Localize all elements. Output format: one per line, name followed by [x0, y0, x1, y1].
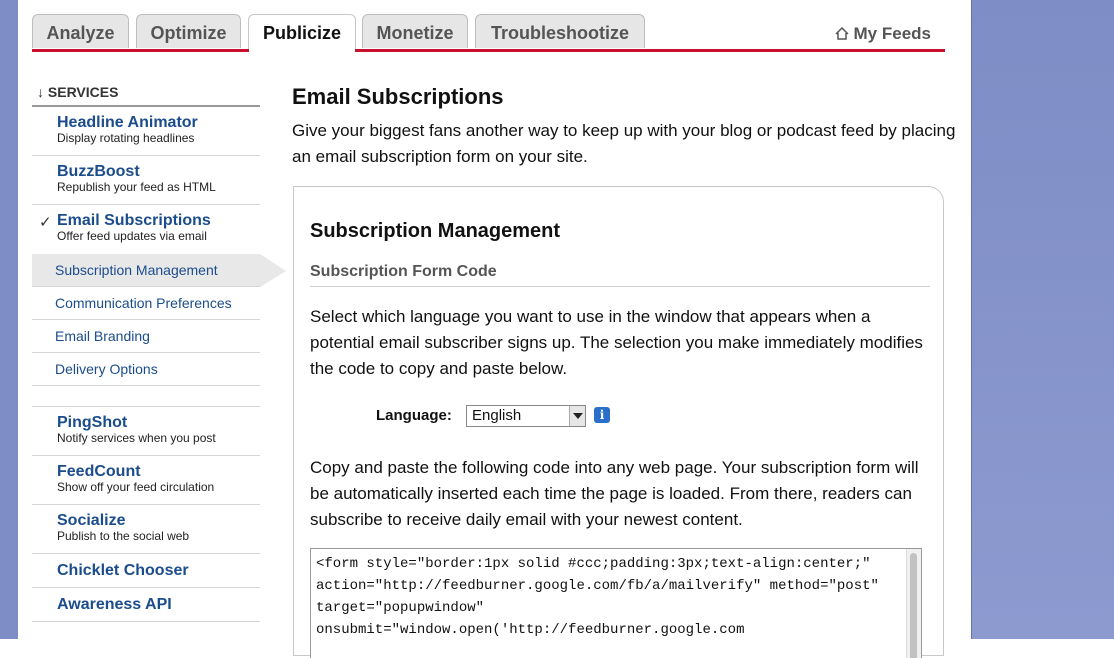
tab-publicize[interactable]: Publicize	[248, 14, 356, 51]
copy-instructions: Copy and paste the following code into a…	[310, 458, 919, 529]
service-name: Headline Animator	[57, 114, 198, 131]
info-icon[interactable]: i	[594, 407, 610, 423]
code-scrollbar[interactable]	[906, 549, 921, 658]
tab-analyze[interactable]: Analyze	[32, 14, 129, 48]
tab-troubleshootize[interactable]: Troubleshootize	[475, 14, 645, 48]
form-code: <form style="border:1px solid #ccc;paddi…	[316, 556, 879, 638]
page-title: Email Subscriptions	[292, 84, 504, 109]
my-feeds-link[interactable]: My Feeds	[834, 24, 931, 45]
service-name: Awareness API	[57, 596, 172, 613]
form-code-textarea[interactable]: <form style="border:1px solid #ccc;paddi…	[310, 548, 922, 658]
service-desc: Display rotating headlines	[57, 131, 195, 145]
panel-title: Subscription Management	[310, 220, 561, 242]
sidebar-item-buzzboost[interactable]: BuzzBoost Republish your feed as HTML	[32, 156, 260, 205]
sidebar-subitem-communication-preferences[interactable]: Communication Preferences	[32, 287, 260, 320]
sidebar-item-awareness-api[interactable]: Awareness API	[32, 588, 260, 622]
sidebar-subitem-delivery-options[interactable]: Delivery Options	[32, 353, 260, 386]
service-name: Socialize	[57, 512, 126, 529]
panel-subtitle: Subscription Form Code	[310, 263, 930, 287]
tab-underline	[32, 49, 945, 52]
chevron-down-icon	[569, 406, 585, 426]
scrollbar-thumb[interactable]	[910, 553, 917, 658]
services-header[interactable]: ↓ SERVICES	[32, 82, 260, 107]
language-instructions: Select which language you want to use in…	[310, 307, 923, 378]
service-desc: Show off your feed circulation	[57, 480, 215, 494]
my-feeds-label: My Feeds	[853, 24, 931, 43]
main-tab-bar: Analyze Optimize Publicize Monetize Trou…	[32, 14, 945, 54]
service-name: Email Subscriptions	[57, 212, 211, 229]
service-desc: Publish to the social web	[57, 529, 190, 543]
window-left-edge	[0, 0, 18, 639]
language-label: Language:	[376, 407, 452, 424]
tab-monetize[interactable]: Monetize	[362, 14, 468, 48]
service-name: Chicklet Chooser	[57, 562, 189, 579]
sidebar-item-email-subscriptions[interactable]: ✓ Email Subscriptions Offer feed updates…	[32, 205, 260, 254]
sidebar-item-socialize[interactable]: Socialize Publish to the social web	[32, 505, 260, 554]
home-icon	[834, 25, 849, 45]
language-select[interactable]: English	[466, 405, 586, 427]
sidebar-item-chicklet-chooser[interactable]: Chicklet Chooser	[32, 554, 260, 588]
sidebar-subitem-email-branding[interactable]: Email Branding	[32, 320, 260, 353]
tab-optimize[interactable]: Optimize	[136, 14, 241, 48]
service-name: PingShot	[57, 414, 128, 431]
page-intro: Give your biggest fans another way to ke…	[292, 121, 956, 166]
service-name: BuzzBoost	[57, 163, 140, 180]
service-desc: Republish your feed as HTML	[57, 180, 216, 194]
page-background-right	[971, 0, 1114, 639]
checkmark-icon: ✓	[39, 214, 52, 231]
sidebar-item-pingshot[interactable]: PingShot Notify services when you post	[32, 407, 260, 456]
service-desc: Offer feed updates via email	[57, 229, 207, 243]
service-desc: Notify services when you post	[57, 431, 216, 445]
sidebar-item-headline-animator[interactable]: Headline Animator Display rotating headl…	[32, 107, 260, 156]
sidebar-subitem-subscription-management[interactable]: Subscription Management	[32, 254, 286, 287]
subscription-management-panel: Subscription Management Subscription For…	[293, 186, 944, 658]
language-selected-value: English	[472, 407, 522, 424]
services-sidebar: ↓ SERVICES Headline Animator Display rot…	[32, 82, 286, 622]
service-name: FeedCount	[57, 463, 141, 480]
sidebar-item-feedcount[interactable]: FeedCount Show off your feed circulation	[32, 456, 260, 505]
